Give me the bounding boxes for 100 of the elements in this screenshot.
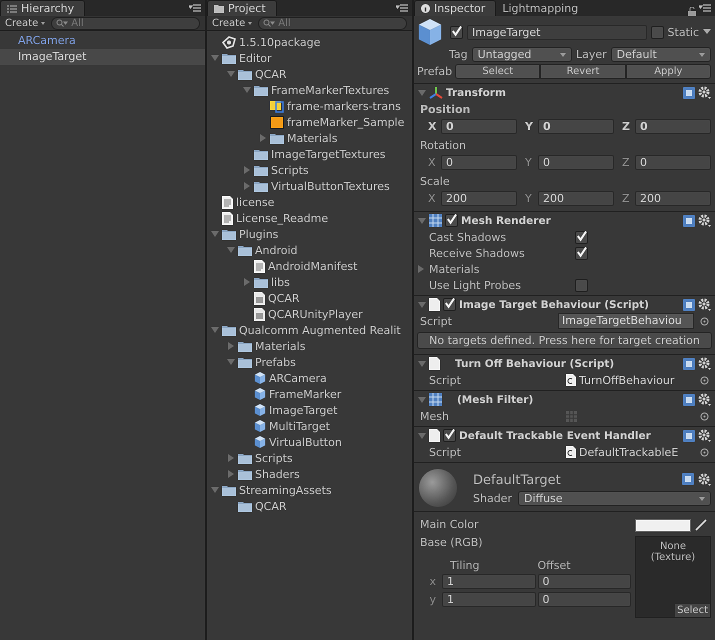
tree-item[interactable]: ImageTarget bbox=[269, 404, 338, 416]
color-swatch[interactable] bbox=[635, 518, 691, 532]
help-icon[interactable] bbox=[683, 394, 695, 406]
number-field[interactable]: 200 bbox=[538, 191, 614, 206]
property-label: Use Light Probes bbox=[429, 278, 522, 292]
tree-item[interactable]: FrameMarker bbox=[269, 388, 342, 400]
number-field[interactable]: 0 bbox=[538, 155, 614, 170]
number-field[interactable]: 0 bbox=[538, 574, 631, 588]
checkbox[interactable] bbox=[443, 429, 456, 442]
prefab-button[interactable]: Revert bbox=[540, 64, 626, 79]
tree-item[interactable]: Android bbox=[255, 244, 298, 256]
checkbox[interactable] bbox=[575, 278, 588, 292]
tree-item[interactable]: VirtualButtonTextures bbox=[271, 180, 390, 192]
tree-item[interactable]: AndroidManifest bbox=[268, 260, 358, 272]
menu-icon[interactable] bbox=[699, 4, 711, 12]
hierarchy-item[interactable]: ARCamera bbox=[0, 33, 205, 49]
number-field[interactable]: 0 bbox=[538, 592, 631, 606]
layer-dropdown[interactable]: Default bbox=[610, 47, 712, 62]
tree-item[interactable]: ImageTargetTextures bbox=[271, 148, 386, 160]
tree-item[interactable]: MultiTarget bbox=[269, 420, 330, 432]
tree-item[interactable]: frameMarker_Sample bbox=[287, 116, 404, 128]
tag-dropdown[interactable]: Untagged bbox=[472, 47, 572, 62]
tree-item[interactable]: ARCamera bbox=[269, 372, 327, 384]
tree-item[interactable]: License_Readme bbox=[236, 212, 328, 224]
eyedropper-icon[interactable] bbox=[695, 519, 707, 531]
object-field[interactable]: TurnOffBehaviour bbox=[579, 374, 674, 386]
number-field[interactable]: 0 bbox=[441, 119, 517, 134]
number-field[interactable]: 0 bbox=[635, 119, 711, 134]
tree-item[interactable]: Shaders bbox=[255, 468, 300, 480]
create-target-button[interactable]: No targets defined. Press here for target creation bbox=[417, 332, 712, 349]
tree-item[interactable]: QCAR bbox=[268, 292, 300, 304]
tree-item[interactable]: Plugins bbox=[239, 228, 278, 240]
checkbox[interactable] bbox=[443, 298, 456, 311]
help-icon[interactable] bbox=[683, 86, 695, 98]
number-field[interactable]: 1 bbox=[442, 574, 536, 588]
create-dropdown[interactable]: Create bbox=[5, 18, 46, 28]
number-field[interactable]: 200 bbox=[635, 191, 711, 206]
tree-item[interactable]: 1.5.10package bbox=[239, 36, 320, 48]
settings-icon[interactable] bbox=[698, 393, 711, 406]
tree-item[interactable]: libs bbox=[271, 276, 290, 288]
tree-item[interactable]: Scripts bbox=[271, 164, 309, 176]
tree-item[interactable]: license bbox=[236, 196, 274, 208]
number-field[interactable]: 200 bbox=[441, 191, 517, 206]
number-field[interactable]: 0 bbox=[538, 119, 614, 134]
number-field[interactable]: 1 bbox=[442, 592, 536, 606]
tree-item[interactable]: QCAR bbox=[255, 500, 287, 512]
settings-icon[interactable] bbox=[698, 357, 711, 370]
hierarchy-item[interactable]: ImageTarget bbox=[0, 49, 205, 65]
tree-item[interactable]: frame-markers-trans bbox=[287, 100, 401, 112]
target-icon[interactable] bbox=[700, 376, 709, 384]
object-field[interactable]: ImageTargetBehaviou bbox=[558, 313, 694, 329]
settings-icon[interactable] bbox=[698, 429, 711, 442]
checkbox[interactable] bbox=[445, 214, 458, 227]
search-field[interactable]: All bbox=[258, 16, 407, 30]
tree-item[interactable]: Editor bbox=[239, 52, 272, 64]
shader-dropdown[interactable]: Diffuse bbox=[518, 491, 711, 506]
lock-icon[interactable] bbox=[688, 7, 696, 16]
tree-item[interactable]: Materials bbox=[255, 340, 306, 352]
tree-item[interactable]: StreamingAssets bbox=[239, 484, 332, 496]
texture-slot[interactable]: None (Texture) Select bbox=[635, 536, 711, 618]
panel-tab[interactable]: Hierarchy bbox=[0, 0, 86, 16]
tree-item[interactable]: QCARUnityPlayer bbox=[268, 308, 363, 320]
tree-item[interactable]: Prefabs bbox=[255, 356, 296, 368]
help-icon[interactable] bbox=[683, 298, 695, 310]
dropdown-arrow-icon[interactable] bbox=[703, 29, 711, 35]
checkbox[interactable] bbox=[650, 26, 664, 38]
settings-icon[interactable] bbox=[698, 214, 711, 227]
panel-tab[interactable]: Inspector bbox=[414, 0, 496, 16]
search-field[interactable]: All bbox=[51, 16, 200, 30]
target-icon[interactable] bbox=[700, 448, 709, 456]
object-field[interactable]: DefaultTrackableE bbox=[579, 446, 678, 458]
number-field[interactable]: 0 bbox=[441, 155, 517, 170]
tree-item[interactable]: FrameMarkerTextures bbox=[271, 84, 390, 96]
tree-item[interactable]: VirtualButton bbox=[269, 436, 342, 448]
tree-item[interactable]: Qualcomm Augmented Realit bbox=[239, 324, 401, 336]
create-dropdown[interactable]: Create bbox=[212, 18, 252, 28]
checkbox[interactable] bbox=[450, 26, 463, 38]
panel-tab[interactable]: Project bbox=[207, 0, 277, 16]
tree-item[interactable]: QCAR bbox=[255, 68, 287, 80]
checkbox[interactable] bbox=[575, 246, 588, 260]
help-icon[interactable] bbox=[683, 214, 695, 226]
prefab-button[interactable]: Select bbox=[455, 64, 540, 79]
settings-icon[interactable] bbox=[698, 86, 711, 99]
menu-icon[interactable] bbox=[189, 4, 201, 12]
target-icon[interactable] bbox=[700, 316, 709, 326]
settings-icon[interactable] bbox=[698, 298, 711, 311]
number-field[interactable]: 0 bbox=[635, 155, 711, 170]
select-button[interactable]: Select bbox=[675, 604, 710, 617]
tree-item[interactable]: Materials bbox=[287, 132, 338, 144]
checkbox[interactable] bbox=[575, 230, 588, 244]
menu-icon[interactable] bbox=[396, 4, 408, 12]
tree-item[interactable]: Scripts bbox=[255, 452, 293, 464]
prefab-button[interactable]: Apply bbox=[626, 64, 711, 79]
help-icon[interactable] bbox=[683, 430, 695, 442]
panel-tab[interactable]: Lightmapping bbox=[496, 1, 588, 16]
name-field[interactable]: ImageTarget bbox=[467, 24, 647, 40]
foldout-label[interactable]: Materials bbox=[429, 262, 575, 276]
help-icon[interactable] bbox=[683, 358, 695, 370]
target-icon[interactable] bbox=[700, 412, 709, 420]
settings-icon[interactable] bbox=[698, 473, 711, 486]
